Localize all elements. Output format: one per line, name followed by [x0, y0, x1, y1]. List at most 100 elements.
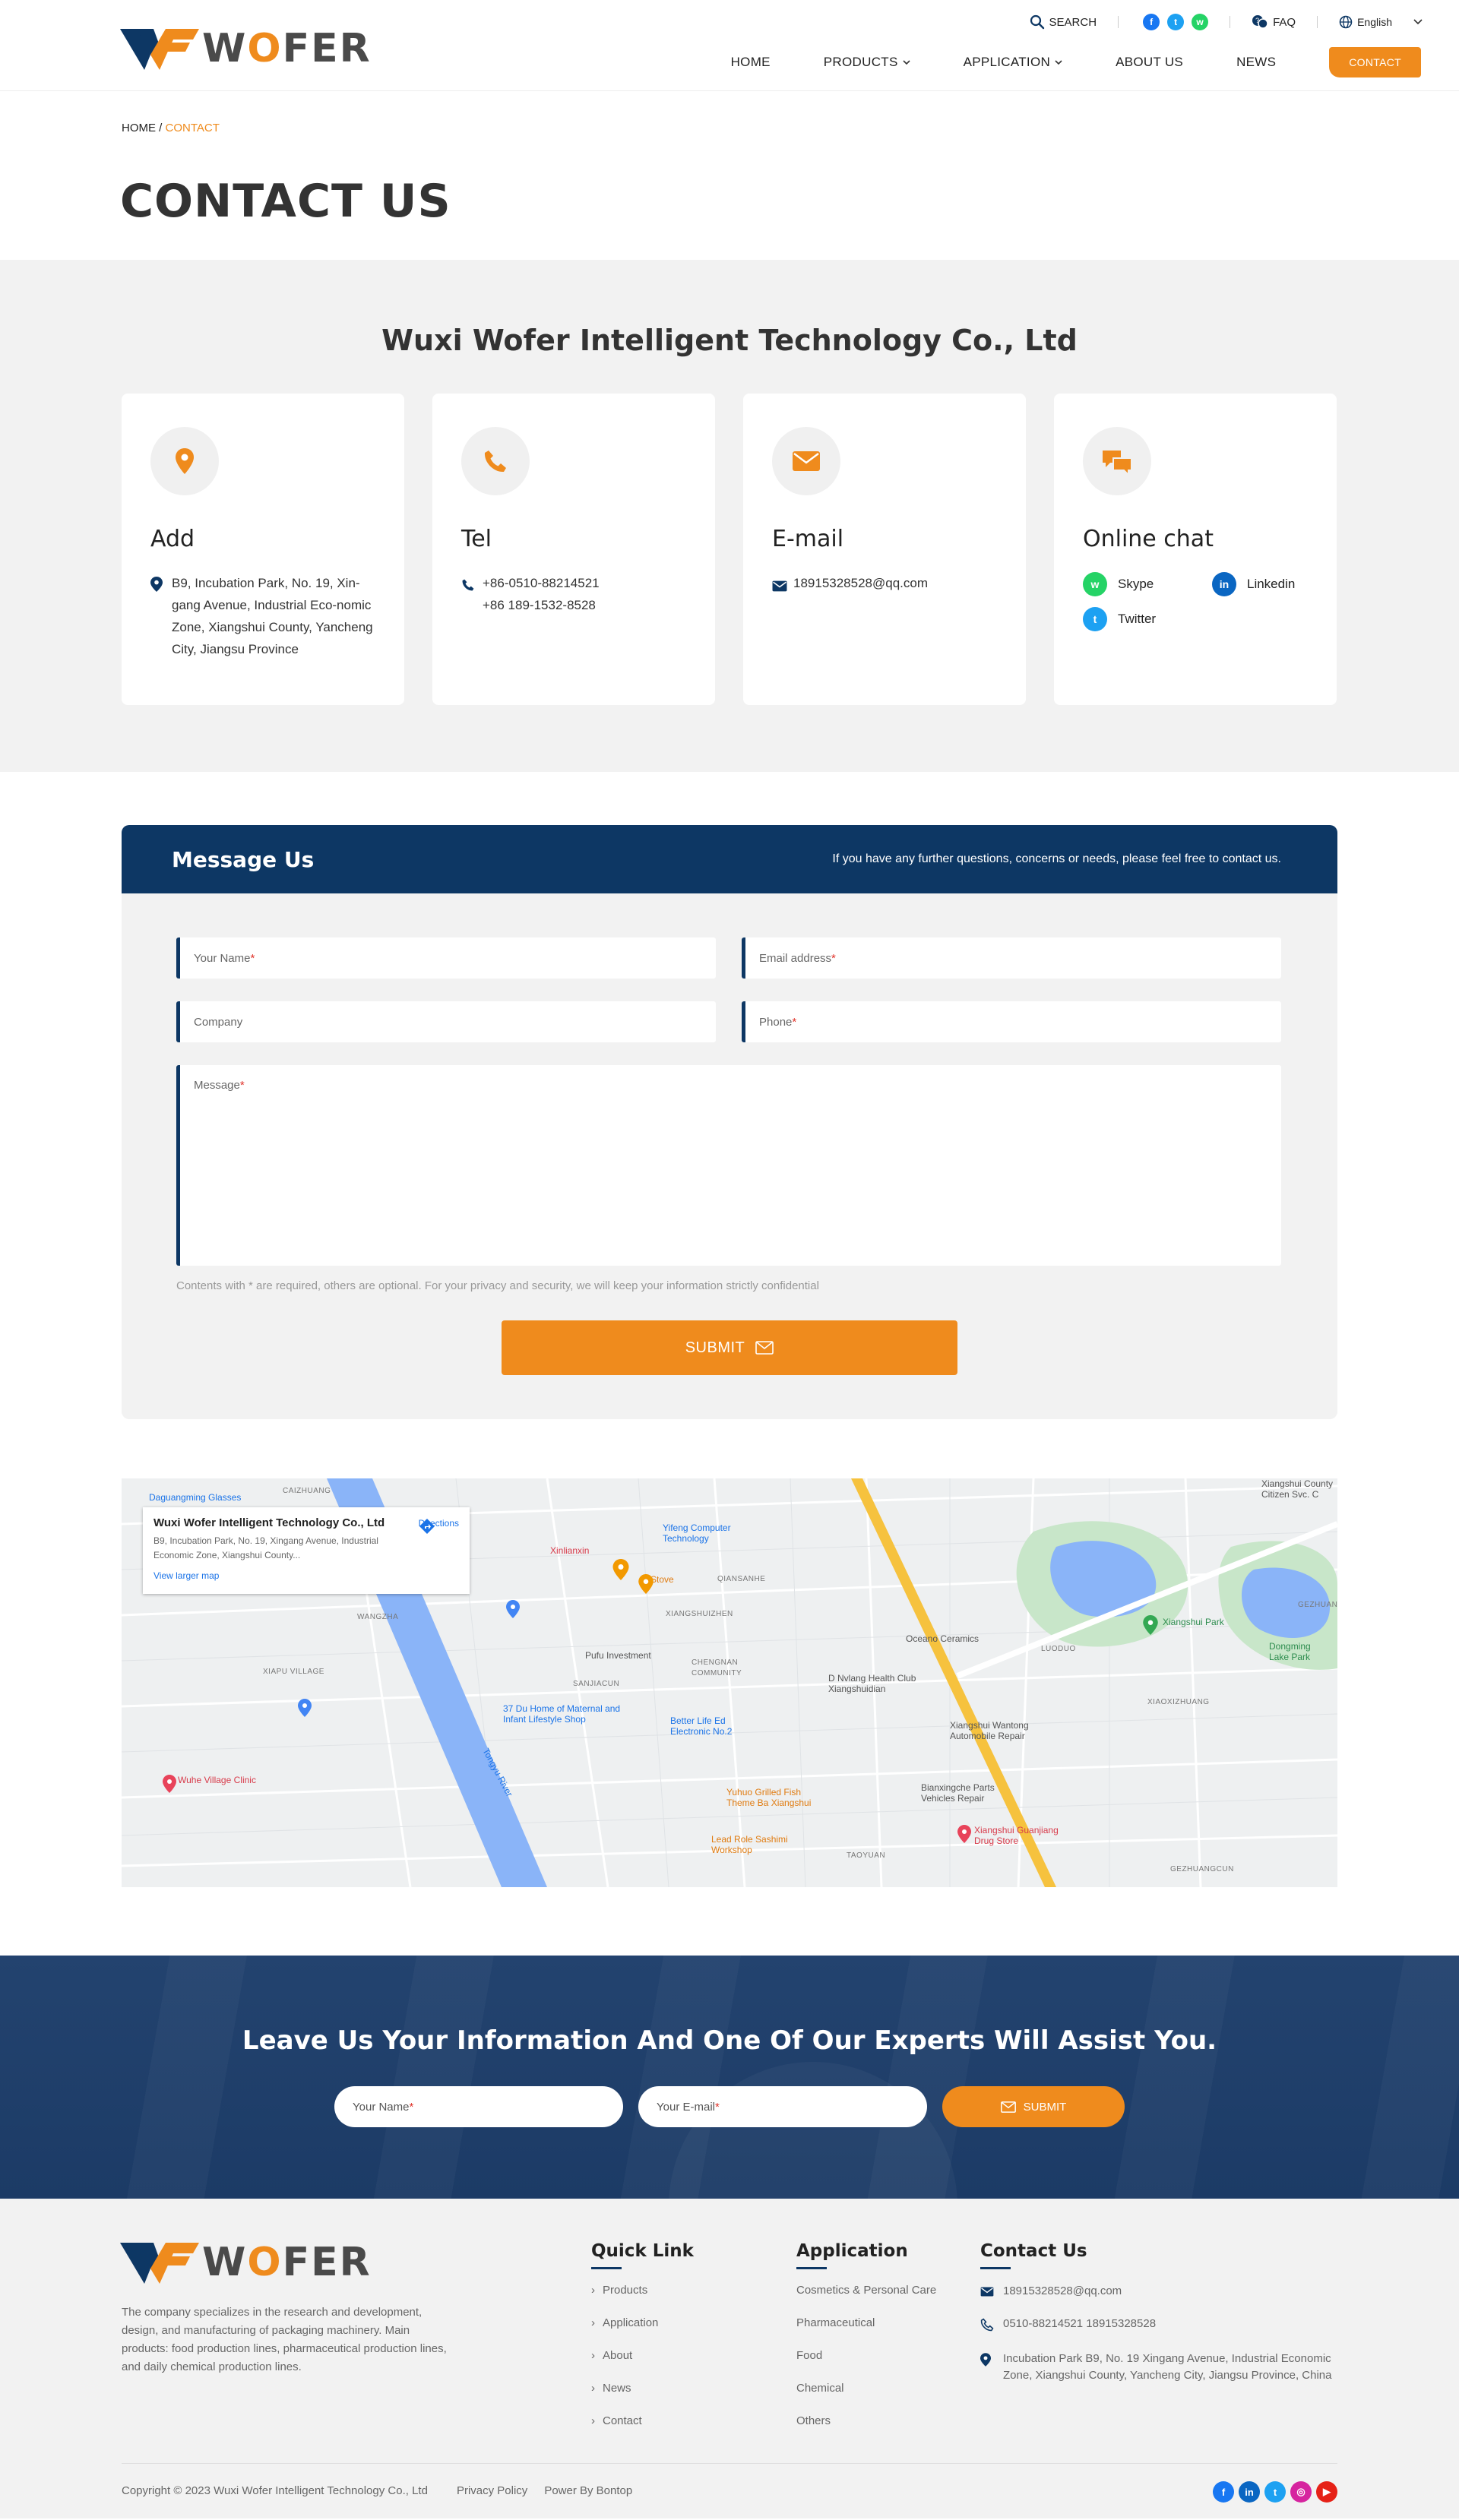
- name-input[interactable]: Your Name *: [176, 937, 716, 979]
- handset-icon: [461, 572, 475, 616]
- phone-input[interactable]: Phone *: [742, 1001, 1281, 1042]
- footer-social-links: f in t ◎ ▶: [1213, 2481, 1337, 2503]
- map-label: Wuhe Village Clinic: [178, 1775, 256, 1785]
- map-info-card: Wuxi Wofer Intelligent Technology Co., L…: [143, 1507, 470, 1594]
- svg-text:?: ?: [1255, 17, 1259, 24]
- nav-products[interactable]: PRODUCTS: [824, 55, 910, 70]
- message-form-subtitle: If you have any further questions, conce…: [832, 852, 1281, 865]
- banner-name-input[interactable]: Your Name *: [334, 2086, 623, 2127]
- twitter-icon: t: [1083, 607, 1107, 631]
- whatsapp-icon[interactable]: w: [1192, 14, 1209, 30]
- search-icon: [1030, 14, 1044, 30]
- nav-home[interactable]: HOME: [731, 55, 771, 70]
- envelope-outline-icon: [755, 1341, 774, 1355]
- instagram-icon[interactable]: ◎: [1290, 2481, 1312, 2503]
- linkedin-icon: in: [1212, 572, 1236, 596]
- breadcrumb-current: CONTACT: [165, 122, 220, 134]
- map-pin-icon[interactable]: [506, 1600, 520, 1618]
- map-label: Better Life Ed Electronic No.2: [670, 1715, 733, 1737]
- map-pin-icon[interactable]: [163, 1775, 176, 1793]
- message-textarea[interactable]: Message *: [176, 1065, 1281, 1266]
- directions-link[interactable]: Directions: [419, 1518, 459, 1534]
- map-label: Xiangshui Park: [1163, 1617, 1224, 1627]
- map-pin-icon[interactable]: [298, 1699, 312, 1717]
- map-label: CAIZHUANG: [283, 1487, 331, 1495]
- tel-line-1[interactable]: +86-0510-88214521: [483, 572, 600, 594]
- linkedin-icon[interactable]: in: [1239, 2481, 1260, 2503]
- faq-link[interactable]: ? FAQ: [1252, 14, 1296, 30]
- map-label: Yifeng Computer Technology: [663, 1522, 731, 1544]
- map-label: XIAPU VILLAGE: [263, 1668, 324, 1676]
- twitter-icon[interactable]: t: [1264, 2481, 1286, 2503]
- privacy-policy-link[interactable]: Privacy Policy: [457, 2484, 527, 2497]
- footer-application-item[interactable]: Cosmetics & Personal Care: [796, 2283, 936, 2316]
- twitter-link[interactable]: t Twitter: [1083, 607, 1212, 631]
- footer-link-contact[interactable]: › Contact: [591, 2414, 694, 2446]
- banner-email-input[interactable]: Your E-mail *: [638, 2086, 927, 2127]
- embedded-map[interactable]: Wuxi Wofer Intelligent Technology Co., L…: [122, 1478, 1337, 1887]
- quick-link-title: Quick Link: [591, 2241, 694, 2261]
- skype-link[interactable]: w Skype: [1083, 572, 1212, 596]
- nav-news[interactable]: NEWS: [1236, 55, 1276, 70]
- message-form-title: Message Us: [172, 846, 315, 872]
- chevron-right-icon: ›: [591, 2284, 595, 2297]
- footer-application-item[interactable]: Pharmaceutical: [796, 2316, 936, 2348]
- map-label: D Nvlang Health Club Xiangshuidian: [828, 1673, 916, 1694]
- email-input[interactable]: Email address *: [742, 937, 1281, 979]
- chevron-right-icon: ›: [591, 2316, 595, 2329]
- facebook-icon[interactable]: f: [1143, 14, 1160, 30]
- footer-email[interactable]: 18915328528@qq.com: [980, 2283, 1337, 2302]
- footer-application-item[interactable]: Chemical: [796, 2381, 936, 2414]
- footer-link-application[interactable]: › Application: [591, 2316, 694, 2348]
- map-pin-icon[interactable]: [1143, 1615, 1158, 1635]
- footer-quick-links: Quick Link › Products › Application › About…: [591, 2241, 694, 2446]
- banner-title: Leave Us Your Information And One Of Our…: [242, 2025, 1217, 2056]
- footer-link-about[interactable]: › About: [591, 2348, 694, 2381]
- banner-submit-button[interactable]: SUBMIT: [942, 2086, 1125, 2127]
- footer-application-item[interactable]: Others: [796, 2414, 936, 2446]
- footer-applications: Application Cosmetics & Personal Care Ph…: [796, 2241, 936, 2446]
- map-label: Oceano Ceramics: [906, 1633, 980, 1644]
- chevron-right-icon: ›: [591, 2382, 595, 2395]
- map-label: 37 Du Home of Maternal and Infant Lifest…: [503, 1703, 621, 1725]
- site-header: WOFER SEARCH f t w ? FAQ English HOME PR…: [0, 0, 1459, 91]
- map-card-address: B9, Incubation Park, No. 19, Xingang Ave…: [153, 1535, 378, 1560]
- map-label: Xiangshui Guanjiang Drug Store: [974, 1825, 1059, 1846]
- youtube-icon[interactable]: ▶: [1316, 2481, 1337, 2503]
- footer-logo[interactable]: WOFER: [120, 2240, 372, 2285]
- map-label: SANJIACUN: [573, 1680, 620, 1688]
- contact-button[interactable]: CONTACT: [1329, 47, 1421, 77]
- language-selector[interactable]: English: [1339, 15, 1423, 29]
- map-pin-icon[interactable]: [957, 1825, 971, 1843]
- footer-phone[interactable]: 0510-88214521 18915328528: [980, 2316, 1337, 2337]
- facebook-icon[interactable]: f: [1213, 2481, 1234, 2503]
- map-label: QIANSANHE: [717, 1575, 766, 1583]
- directions-icon: [419, 1519, 435, 1534]
- nav-application[interactable]: APPLICATION: [964, 55, 1062, 70]
- breadcrumb: HOME / CONTACT: [122, 122, 220, 134]
- nav-about-us[interactable]: ABOUT US: [1116, 55, 1183, 70]
- site-logo[interactable]: WOFER: [120, 26, 372, 71]
- tel-line-2[interactable]: +86 189-1532-8528: [483, 594, 600, 616]
- company-input[interactable]: Company: [176, 1001, 716, 1042]
- footer-link-products[interactable]: › Products: [591, 2283, 694, 2316]
- chevron-right-icon: ›: [591, 2349, 595, 2362]
- power-by-link[interactable]: Power By Bontop: [544, 2484, 632, 2497]
- footer-application-item[interactable]: Food: [796, 2348, 936, 2381]
- email-text[interactable]: 18915328528@qq.com: [793, 572, 928, 599]
- breadcrumb-home[interactable]: HOME /: [122, 122, 162, 134]
- twitter-icon[interactable]: t: [1167, 14, 1185, 30]
- search-link[interactable]: SEARCH: [1030, 14, 1097, 30]
- map-pin-icon[interactable]: [612, 1559, 629, 1580]
- message-section: Message Us If you have any further quest…: [0, 772, 1459, 1478]
- footer-contact: Contact Us 18915328528@qq.com 0510-88214…: [980, 2241, 1337, 2398]
- footer-link-news[interactable]: › News: [591, 2381, 694, 2414]
- submit-button[interactable]: SUBMIT: [502, 1320, 957, 1375]
- topbar-divider: [1118, 16, 1119, 28]
- map-pin-icon[interactable]: [638, 1574, 654, 1594]
- online-chat-title: Online chat: [1083, 526, 1214, 552]
- linkedin-link[interactable]: in Linkedin: [1212, 572, 1326, 596]
- address-card: Add B9, Incubation Park, No. 19, Xin-gan…: [122, 394, 404, 705]
- top-utility-bar: SEARCH f t w ? FAQ English: [1030, 14, 1423, 30]
- view-larger-map-link[interactable]: View larger map: [153, 1570, 459, 1581]
